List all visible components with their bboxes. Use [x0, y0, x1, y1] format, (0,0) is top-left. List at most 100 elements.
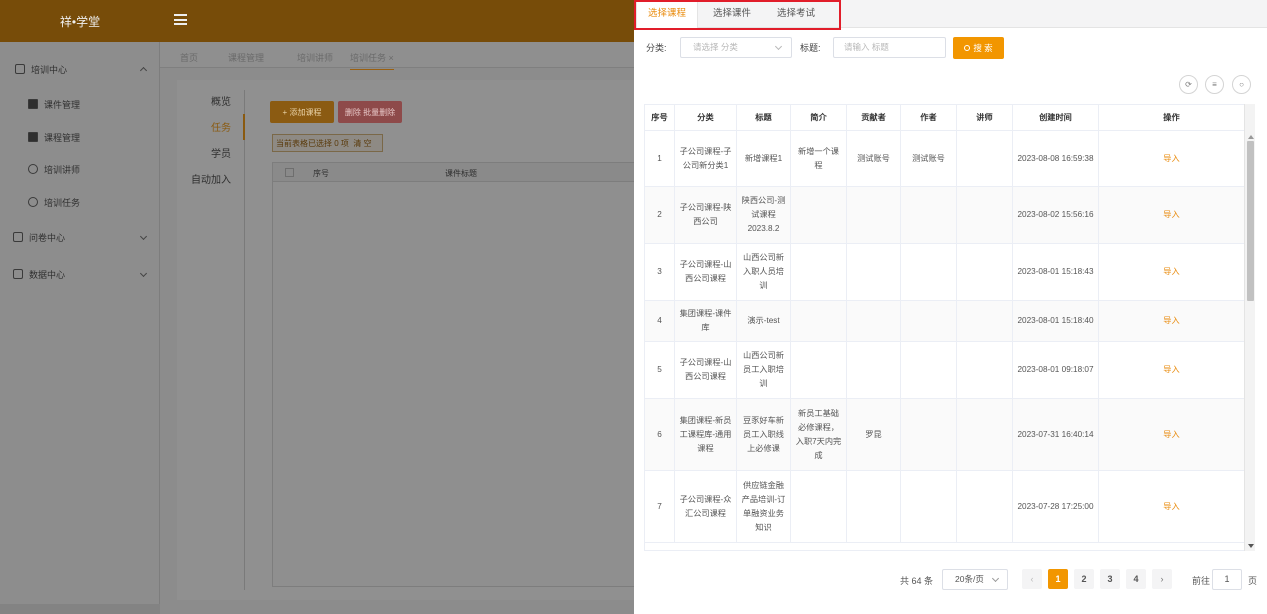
sidebar-item-survey[interactable]: 问卷中心: [0, 222, 160, 252]
sidebar-item-training-center[interactable]: 培训中心: [0, 54, 160, 84]
scroll-down-icon[interactable]: [1248, 544, 1254, 548]
scroll-thumb[interactable]: [1247, 141, 1254, 301]
page-button-2[interactable]: 2: [1074, 569, 1094, 589]
header-author: 作者: [901, 105, 957, 130]
column-settings-icon[interactable]: ≡: [1205, 75, 1224, 94]
page-size-select[interactable]: 20条/页: [942, 569, 1008, 590]
nav-auto-join[interactable]: 自动加入: [177, 168, 243, 194]
nav-task[interactable]: 任务: [177, 116, 243, 142]
cell-intro: 新员工基础必修课程，入职7天内完成: [791, 399, 847, 470]
import-link[interactable]: 导入: [1099, 471, 1244, 542]
cell-lecturer: [957, 187, 1013, 243]
prev-page-button[interactable]: ‹: [1022, 569, 1042, 589]
header-contributor: 贡献者: [847, 105, 901, 130]
page-button-1[interactable]: 1: [1048, 569, 1068, 589]
cell-index: 3: [645, 244, 675, 300]
cell-contributor: 测试账号: [847, 131, 901, 186]
next-page-button[interactable]: ›: [1152, 569, 1172, 589]
table-row: 5 子公司课程-山西公司课程 山西公司新员工入职培训 2023-08-01 09:18…: [645, 342, 1244, 399]
cell-author: [901, 187, 957, 243]
import-link[interactable]: 导入: [1099, 399, 1244, 470]
select-all-checkbox[interactable]: [285, 168, 294, 177]
table-row: 2 子公司课程-陕西公司 陕西公司-测试课程2023.8.2 2023-08-02 1…: [645, 187, 1244, 244]
cell-created-time: 2023-08-01 15:18:40: [1013, 301, 1099, 341]
table-scrollbar[interactable]: [1244, 104, 1255, 551]
bg-table-header: 序号 课件标题: [272, 162, 642, 182]
sidebar-item-lecturers[interactable]: 培训讲师: [0, 154, 160, 184]
page-button-4[interactable]: 4: [1126, 569, 1146, 589]
cell-title: 山西公司新入职人员培训: [737, 244, 791, 300]
import-link[interactable]: 导入: [1099, 131, 1244, 186]
sidebar-item-courses[interactable]: 课程管理: [0, 122, 160, 152]
page-button-3[interactable]: 3: [1100, 569, 1120, 589]
cell-category: 子公司课程-陕西公司: [675, 187, 737, 243]
tab-lecturers[interactable]: 培训讲师: [297, 51, 333, 64]
tab-course-management[interactable]: 课程管理: [228, 51, 264, 64]
refresh-icon[interactable]: ⟳: [1179, 75, 1198, 94]
menu-toggle-icon[interactable]: [174, 14, 187, 25]
header-index: 序号: [645, 105, 675, 130]
table-row: 4 集团课程-课件库 演示-test 2023-08-01 15:18:40 导入: [645, 301, 1244, 342]
cell-created-time: 2023-07-31 16:40:14: [1013, 399, 1099, 470]
user-icon: [28, 164, 38, 174]
cell-contributor: [847, 301, 901, 341]
cell-lecturer: [957, 244, 1013, 300]
chevron-down-icon: [139, 269, 148, 278]
cell-category: 子公司课程-众汇公司课程: [675, 471, 737, 542]
add-course-button[interactable]: + 添加课程: [270, 101, 334, 123]
cell-author: [901, 342, 957, 398]
selection-info: 当前表格已选择 0 项 清 空: [272, 134, 383, 152]
title-input[interactable]: 请输入 标题: [833, 37, 946, 58]
sidebar-item-tasks[interactable]: 培训任务: [0, 187, 160, 217]
batch-delete-button[interactable]: 删除 批量删除: [338, 101, 402, 123]
goto-page-input[interactable]: 1: [1212, 569, 1242, 590]
sidebar-item-courseware[interactable]: 课件管理: [0, 89, 160, 119]
title-label: 标题:: [800, 43, 821, 53]
cell-created-time: 2023-08-01 15:18:43: [1013, 244, 1099, 300]
tab-close-icon[interactable]: ×: [389, 53, 394, 63]
cell-lecturer: [957, 301, 1013, 341]
cell-title: 豆豕好车新员工入职线上必修课: [737, 399, 791, 470]
import-link[interactable]: 导入: [1099, 244, 1244, 300]
cell-created-time: 2023-08-08 16:59:38: [1013, 131, 1099, 186]
page-suffix: 页: [1248, 576, 1258, 586]
cell-title: 供应链金融产品培训-订单融资业务知识: [737, 471, 791, 542]
nav-students[interactable]: 学员: [177, 142, 243, 168]
nav-active-indicator: [243, 114, 245, 140]
task-side-nav: 概览 任务 学员 自动加入: [177, 90, 243, 194]
header-category: 分类: [675, 105, 737, 130]
category-label: 分类:: [646, 43, 667, 53]
pager-total: 共 64 条: [900, 576, 934, 586]
sidebar-scrollbar[interactable]: [0, 604, 160, 614]
nav-overview[interactable]: 概览: [177, 90, 243, 116]
cell-lecturer: [957, 399, 1013, 470]
search-button[interactable]: 搜 索: [953, 37, 1004, 59]
table-header: 序号 分类 标题 简介 贡献者 作者 讲师 创建时间 操作: [645, 105, 1244, 131]
cell-index: 5: [645, 342, 675, 398]
sidebar-item-data[interactable]: 数据中心: [0, 259, 160, 289]
import-link[interactable]: 导入: [1099, 301, 1244, 341]
category-select[interactable]: 请选择 分类: [680, 37, 792, 58]
cell-author: [901, 301, 957, 341]
book-icon: [28, 132, 38, 142]
nav-divider: [244, 90, 245, 590]
clear-selection-link[interactable]: 清 空: [353, 138, 371, 149]
cell-category: 子公司课程-子公司新分类1: [675, 131, 737, 186]
table-row: 6 集团课程-新员工课程库-通用课程 豆豕好车新员工入职线上必修课 新员工基础必修课程…: [645, 399, 1244, 471]
cell-category: 子公司课程-山西公司课程: [675, 244, 737, 300]
chevron-down-icon: [774, 42, 783, 51]
search-toggle-icon[interactable]: ○: [1232, 75, 1251, 94]
table-row: 3 子公司课程-山西公司课程 山西公司新入职人员培训 2023-08-01 15:18…: [645, 244, 1244, 301]
tab-training-tasks[interactable]: 培训任务 ×: [350, 51, 394, 70]
cell-index: 1: [645, 131, 675, 186]
scroll-up-icon[interactable]: [1248, 135, 1254, 139]
cell-contributor: [847, 244, 901, 300]
import-link[interactable]: 导入: [1099, 342, 1244, 398]
cell-lecturer: [957, 131, 1013, 186]
cell-index: 6: [645, 399, 675, 470]
import-link[interactable]: 导入: [1099, 187, 1244, 243]
header-created-time: 创建时间: [1013, 105, 1099, 130]
cell-created-time: 2023-08-01 09:18:07: [1013, 342, 1099, 398]
app-logo: 祥•学堂: [59, 14, 101, 29]
tab-home[interactable]: 首页: [180, 51, 198, 64]
